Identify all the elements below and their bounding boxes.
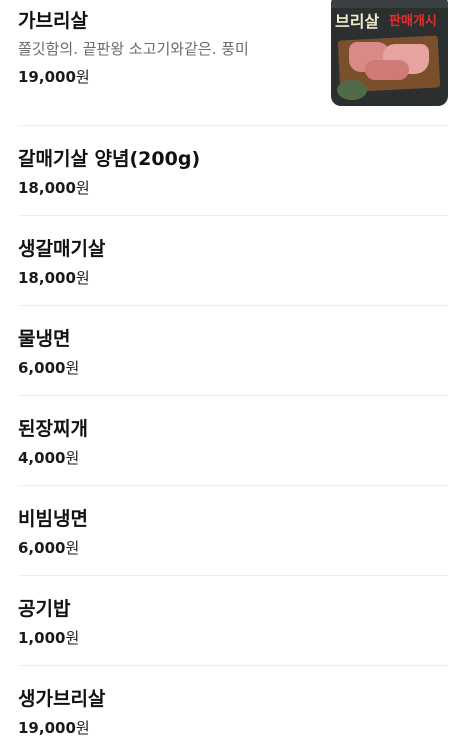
thumbnail-meat-slice	[365, 60, 409, 80]
menu-item[interactable]: 공기밥 1,000원	[18, 576, 448, 666]
menu-item-name: 생갈매기살	[18, 238, 106, 260]
price-number: 19,000	[18, 719, 76, 737]
menu-item-price: 1,000원	[18, 627, 79, 648]
price-number: 1,000	[18, 629, 66, 647]
price-unit: 원	[75, 719, 90, 737]
menu-item[interactable]: 갈매기살 양념(200g) 18,000원	[18, 126, 448, 216]
menu-item[interactable]: 된장찌개 4,000원	[18, 396, 448, 486]
price-number: 18,000	[18, 179, 76, 197]
menu-list: 가브리살 쫄깃함의. 끝판왕 소고기와같은. 풍미 19,000원 브리살 판매…	[0, 0, 466, 746]
thumbnail-sign-red-text: 판매개시	[389, 14, 437, 29]
price-number: 6,000	[18, 359, 66, 377]
price-number: 4,000	[18, 449, 66, 467]
menu-item-price: 6,000원	[18, 357, 79, 378]
menu-item[interactable]: 생갈매기살 18,000원	[18, 216, 448, 306]
menu-item-price: 19,000원	[18, 66, 90, 87]
thumbnail-sign-title: 브리살	[335, 12, 380, 31]
menu-item-name: 비빔냉면	[18, 508, 88, 530]
price-unit: 원	[75, 179, 90, 197]
price-unit: 원	[65, 629, 80, 647]
menu-item-price: 18,000원	[18, 267, 90, 288]
menu-item-price: 19,000원	[18, 717, 90, 738]
price-number: 19,000	[18, 68, 76, 86]
price-number: 6,000	[18, 539, 66, 557]
menu-item[interactable]: 물냉면 6,000원	[18, 306, 448, 396]
menu-item[interactable]: 가브리살 쫄깃함의. 끝판왕 소고기와같은. 풍미 19,000원 브리살 판매…	[18, 0, 448, 126]
thumbnail-plant	[337, 80, 367, 100]
menu-item[interactable]: 비빔냉면 6,000원	[18, 486, 448, 576]
menu-item-price: 4,000원	[18, 447, 79, 468]
menu-item-price: 6,000원	[18, 537, 79, 558]
menu-item[interactable]: 생가브리살 19,000원	[18, 666, 448, 746]
price-number: 18,000	[18, 269, 76, 287]
price-unit: 원	[65, 539, 80, 557]
menu-item-thumbnail[interactable]: 브리살 판매개시	[331, 0, 448, 106]
menu-item-name: 갈매기살 양념(200g)	[18, 148, 201, 170]
price-unit: 원	[65, 359, 80, 377]
price-unit: 원	[75, 269, 90, 287]
thumbnail-sign-strip	[331, 0, 448, 8]
menu-item-name: 공기밥	[18, 598, 71, 620]
price-unit: 원	[75, 68, 90, 86]
menu-item-price: 18,000원	[18, 177, 90, 198]
menu-item-name: 된장찌개	[18, 418, 88, 440]
menu-item-name: 생가브리살	[18, 688, 106, 710]
price-unit: 원	[65, 449, 80, 467]
menu-item-name: 물냉면	[18, 328, 71, 350]
menu-item-name: 가브리살	[18, 10, 88, 32]
menu-item-description: 쫄깃함의. 끝판왕 소고기와같은. 풍미	[18, 40, 249, 58]
